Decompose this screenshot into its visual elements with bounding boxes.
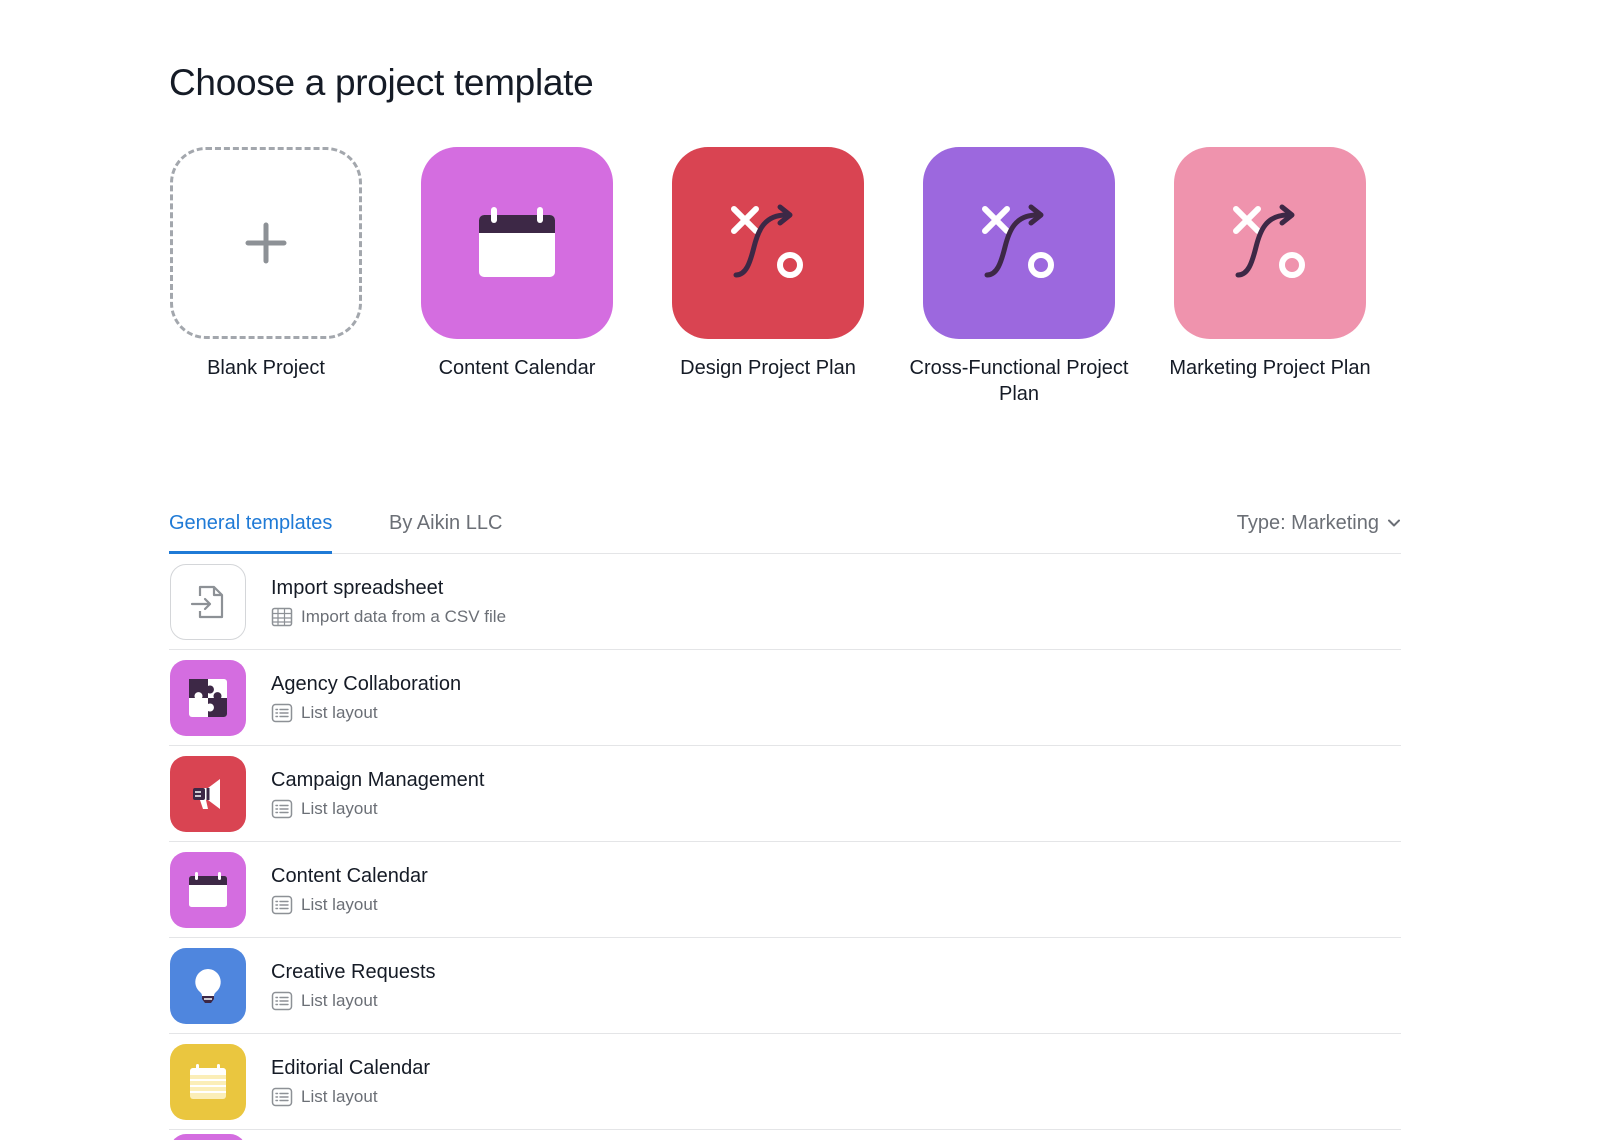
template-card-label: Marketing Project Plan [1169, 357, 1371, 379]
row-subtitle-text: List layout [301, 991, 378, 1010]
row-title: Campaign Management [271, 769, 485, 791]
creative-requests-tile [170, 948, 246, 1024]
list-item-editorial-calendar[interactable]: Editorial Calendar List layout [169, 1034, 1401, 1130]
list-layout-icon [271, 991, 293, 1011]
list-item-partial[interactable] [169, 1130, 1401, 1140]
template-card-design-project-plan[interactable]: Design Project Plan [671, 147, 865, 381]
type-filter-label: Type: Marketing [1236, 512, 1379, 534]
page-title: Choose a project template [169, 62, 594, 103]
notepad-icon [190, 1064, 226, 1099]
template-card-label: Content Calendar [438, 357, 596, 379]
list-layout-icon [271, 1087, 293, 1107]
strategy-icon [731, 204, 803, 278]
megaphone-icon [193, 779, 220, 809]
template-list: Import spreadsheet Import data from a CS… [169, 554, 1401, 1140]
row-title: Agency Collaboration [271, 673, 462, 695]
list-item-content-calendar[interactable]: Content Calendar List layout [169, 842, 1401, 938]
content-calendar-tile[interactable] [421, 147, 613, 339]
template-card-content-calendar[interactable]: Content Calendar [420, 147, 614, 381]
tab-general-templates[interactable]: General templates [169, 510, 333, 554]
list-item-creative-requests[interactable]: Creative Requests List layout [169, 938, 1401, 1034]
cross-functional-tile[interactable] [923, 147, 1115, 339]
row-subtitle: Import data from a CSV file [271, 606, 506, 628]
list-layout-icon [271, 703, 293, 723]
spreadsheet-icon [271, 607, 293, 627]
calendar-icon [479, 207, 555, 277]
row-subtitle-text: List layout [301, 1087, 378, 1106]
template-card-cross-functional-project-plan[interactable]: Cross-Functional Project Plan [910, 147, 1128, 407]
template-card-label: Blank Project [207, 357, 325, 379]
partial-row-tile [170, 1134, 246, 1140]
list-layout-icon [271, 895, 293, 915]
editorial-calendar-tile [170, 1044, 246, 1120]
plus-icon [245, 222, 287, 264]
calendar-icon [189, 872, 227, 907]
row-subtitle: List layout [271, 1086, 378, 1108]
row-title: Creative Requests [271, 961, 436, 983]
tab-by-aikin-llc[interactable]: By Aikin LLC [389, 510, 502, 554]
row-title: Import spreadsheet [271, 577, 444, 599]
strategy-icon [982, 204, 1054, 278]
puzzle-icon [189, 679, 227, 717]
template-card-label: Design Project Plan [680, 357, 856, 379]
row-title: Content Calendar [271, 865, 428, 887]
blank-project-tile[interactable] [170, 147, 362, 339]
template-card-marketing-project-plan[interactable]: Marketing Project Plan [1169, 147, 1371, 381]
template-tabs: General templates By Aikin LLC Type: Mar… [169, 510, 1401, 554]
row-subtitle: List layout [271, 798, 378, 820]
featured-templates: Blank Project Content Calendar Design Pr… [169, 147, 1399, 407]
list-layout-icon [271, 799, 293, 819]
import-spreadsheet-tile [170, 564, 246, 640]
template-card-blank-project[interactable]: Blank Project [169, 147, 363, 381]
row-subtitle: List layout [271, 990, 378, 1012]
type-filter-dropdown[interactable]: Type: Marketing [1237, 510, 1401, 536]
row-subtitle-text: List layout [301, 895, 378, 914]
template-card-label: Cross-Functional Project Plan [909, 357, 1129, 405]
row-subtitle: List layout [271, 894, 378, 916]
content-calendar-row-tile [170, 852, 246, 928]
row-subtitle-text: List layout [301, 703, 378, 722]
row-subtitle-text: Import data from a CSV file [301, 607, 507, 626]
agency-collaboration-tile [170, 660, 246, 736]
lightbulb-icon [195, 969, 221, 1003]
campaign-management-tile [170, 756, 246, 832]
import-file-icon [190, 585, 224, 619]
list-item-import-spreadsheet[interactable]: Import spreadsheet Import data from a CS… [169, 554, 1401, 650]
strategy-icon [1233, 204, 1305, 278]
list-item-agency-collaboration[interactable]: Agency Collaboration List layout [169, 650, 1401, 746]
chevron-down-icon [1388, 519, 1400, 527]
list-item-campaign-management[interactable]: Campaign Management List layout [169, 746, 1401, 842]
row-subtitle: List layout [271, 702, 378, 724]
marketing-project-plan-tile[interactable] [1174, 147, 1366, 339]
design-project-plan-tile[interactable] [672, 147, 864, 339]
row-subtitle-text: List layout [301, 799, 378, 818]
row-title: Editorial Calendar [271, 1057, 430, 1079]
